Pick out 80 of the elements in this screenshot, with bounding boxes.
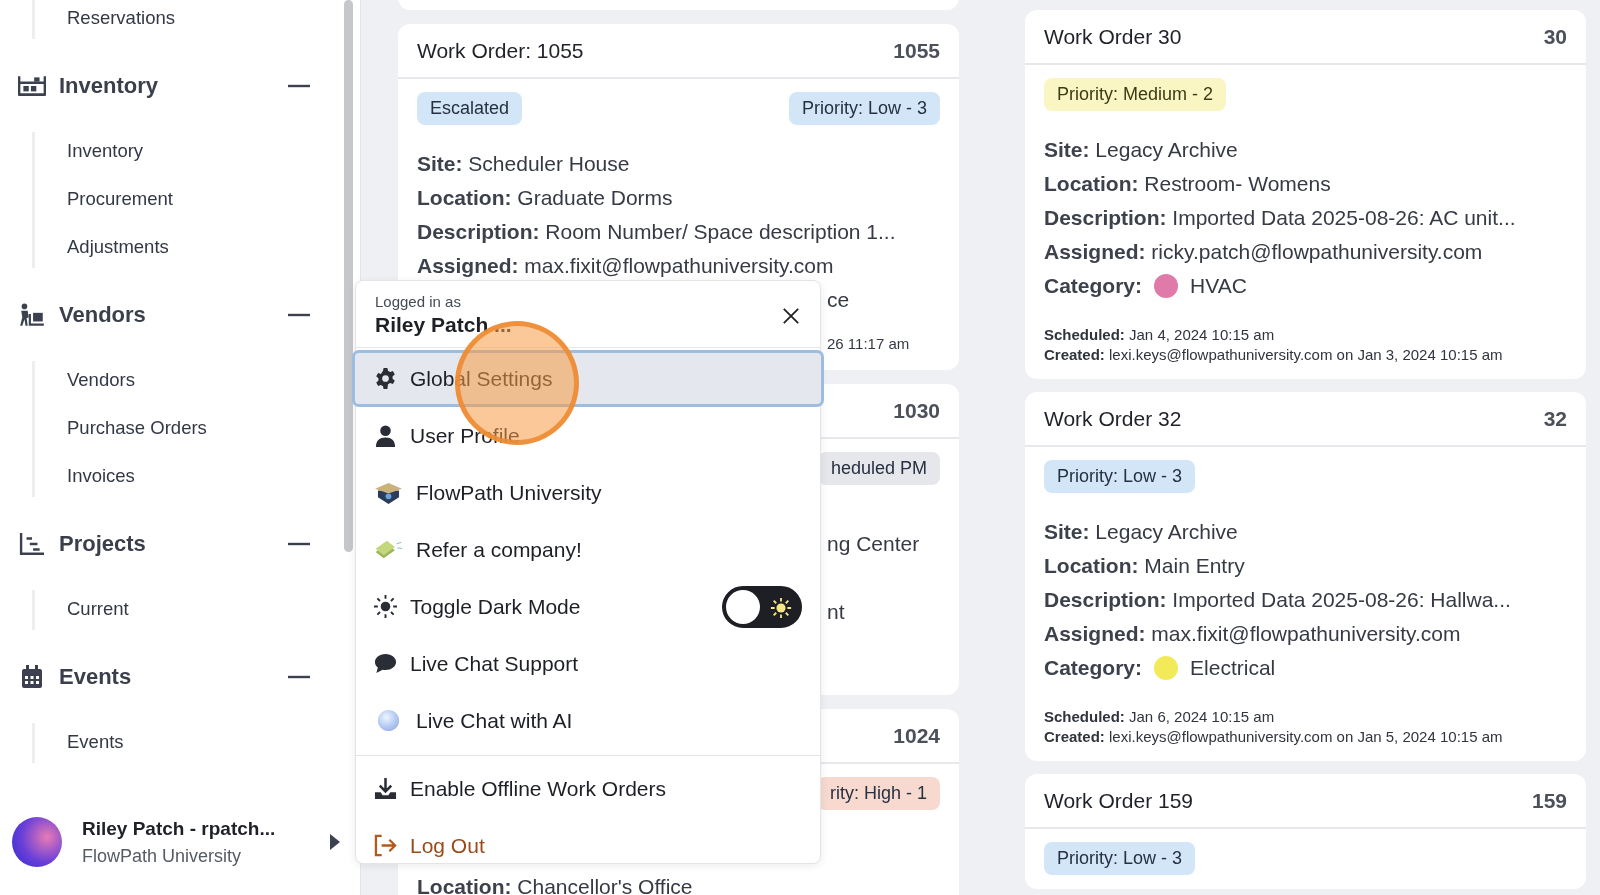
created-line: Created: lexi.keys@flowpathuniversity.com on Jan 5, 2024 10:15 am [1044,727,1504,747]
nav-item[interactable]: Reservations [67,5,340,31]
partial-text: 26 11:17 am [827,335,910,352]
user-name: Riley Patch - rpatch... [82,817,277,840]
logged-in-caption: Logged in as [375,293,462,310]
priority-tag: Priority: Low - 3 [1044,460,1196,493]
work-order-number: 1024 [893,723,940,748]
partial-text: ce [827,288,850,311]
sun-icon [770,596,792,619]
category-name: HVAC [1190,273,1247,299]
priority-tag: Priority: Medium - 2 [1044,78,1227,111]
nav-item[interactable]: Invoices [67,463,340,489]
partial-text: ng Center [827,532,920,555]
menu-item[interactable]: Live Chat with AI [352,692,824,749]
user-icon [374,424,397,447]
work-order-card[interactable] [1025,10,1586,379]
field-line: Assigned: max.fixit@flowpathuniversity.com [417,253,835,279]
toggle-switch[interactable] [722,585,802,628]
field-line: Description: Room Number/ Space description 1... [417,219,897,245]
work-order-title: Work Order 159 [1044,788,1193,813]
section-heading[interactable]: Inventory [59,73,288,99]
user-name: Riley Patch ... [375,313,512,337]
created-line: Created: lexi.keys@flowpathuniversity.com on Jan 3, 2024 10:15 am [1044,345,1504,365]
partial-text: nt [827,600,845,623]
close-icon[interactable] [782,307,800,325]
nav-item[interactable]: Purchase Orders [67,415,340,441]
field-line: Description: Imported Data 2025-08-26: AC unit... [1044,205,1517,231]
nav-item[interactable]: Current [67,596,340,622]
menu-item[interactable]: Live Chat Support [352,635,824,692]
work-order-number: 1030 [893,398,940,423]
field-line: Location: Main Entry [1044,553,1246,579]
scheduled-line: Scheduled: Jan 4, 2024 10:15 am [1044,325,1276,345]
work-order-number: 30 [1543,24,1567,49]
field-line: Location: Graduate Dorms [417,185,674,211]
menu-item[interactable]: Toggle Dark Mode [352,578,824,635]
section-heading[interactable]: Events [59,664,288,690]
person-dolly-icon [18,303,46,327]
field-line: Site: Legacy Archive [1044,519,1239,545]
nav-item[interactable]: Procurement [67,186,340,212]
mortarboard-icon [374,481,403,504]
chat-bubble-icon [374,652,397,675]
menu-item[interactable]: Log Out [352,817,824,874]
field-line: Description: Imported Data 2025-08-26: Hallwa... [1044,587,1512,613]
settings-icon [374,367,397,390]
sun-icon [374,595,397,618]
field-line: Location: Chancellor's Office [417,874,694,895]
chart-icon [18,532,46,556]
work-order-number: 32 [1543,406,1567,431]
organization-name: FlowPath University [82,845,243,867]
field-line: Assigned: ricky.patch@flowpathuniversity.com [1044,239,1484,265]
work-order-number: 159 [1531,788,1567,813]
logout-icon [374,834,397,857]
field-line: Site: Scheduler House [417,151,631,177]
field-line: Location: Restroom- Womens [1044,171,1332,197]
field-line: Assigned: max.fixit@flowpathuniversity.com [1044,621,1462,647]
field-label: Category: [1044,655,1143,681]
nav-item[interactable]: Vendors [67,367,340,393]
nav-item[interactable]: Inventory [67,138,340,164]
work-order-card[interactable]: Work Order 159 159 Priority: Low - 3 [1025,774,1586,889]
download-icon [374,777,397,800]
field-label: Category: [1044,273,1143,299]
work-order-card[interactable] [1025,392,1586,761]
money-icon [374,538,403,561]
priority-tag: Priority: Low - 3 [1044,842,1196,875]
scheduled-line: Scheduled: Jan 6, 2024 10:15 am [1044,707,1276,727]
menu-item[interactable]: Refer a company! [352,521,824,578]
field-line: Site: Legacy Archive [1044,137,1239,163]
nav-item[interactable]: Adjustments [67,234,340,260]
shelf-icon [18,74,46,98]
work-order-title: Work Order 32 [1044,406,1182,431]
work-order-title: Work Order 30 [1044,24,1182,49]
work-order-title: Work Order: 1055 [417,38,584,63]
priority-tag: Priority: Low - 3 [788,92,940,125]
section-heading[interactable]: Projects [59,531,288,557]
work-order-number: 1055 [893,38,940,63]
category-name: Electrical [1190,655,1276,681]
avatar[interactable] [12,817,62,867]
nav-item[interactable]: Events [67,729,340,755]
status-tag: Escalated [417,92,523,125]
section-heading[interactable]: Vendors [59,302,288,328]
